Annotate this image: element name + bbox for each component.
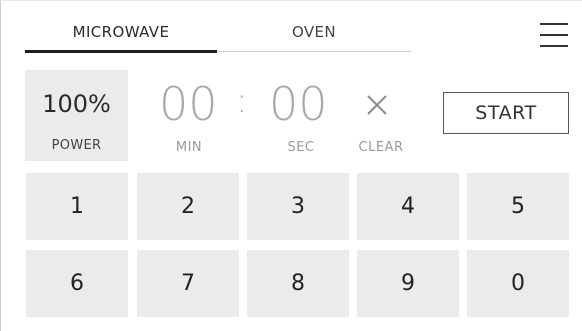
keypad-key-0[interactable]: 0 [467, 250, 569, 317]
keypad-key-4[interactable]: 4 [357, 173, 459, 240]
tab-microwave[interactable]: MICROWAVE [25, 23, 217, 47]
hamburger-menu-icon[interactable] [540, 22, 568, 48]
power-label: POWER [51, 138, 102, 153]
power-button[interactable]: 100% POWER [25, 70, 128, 161]
microwave-panel: MICROWAVE OVEN 100% POWER 00 : 00 MIN SE… [0, 0, 582, 331]
keypad-key-8[interactable]: 8 [247, 250, 349, 317]
minutes-label: MIN [175, 140, 203, 155]
seconds-label: SEC [287, 140, 315, 155]
keypad-key-6[interactable]: 6 [26, 250, 128, 317]
minutes-display: 00 [159, 77, 218, 131]
keypad-key-9[interactable]: 9 [357, 250, 459, 317]
time-separator: : [236, 81, 248, 121]
power-value: 100% [42, 90, 111, 118]
keypad-key-2[interactable]: 2 [137, 173, 239, 240]
seconds-display: 00 [269, 77, 328, 131]
close-icon[interactable] [365, 93, 389, 117]
active-tab-indicator [25, 50, 217, 53]
keypad-key-3[interactable]: 3 [247, 173, 349, 240]
clear-label[interactable]: CLEAR [353, 140, 409, 155]
tab-oven[interactable]: OVEN [217, 23, 411, 47]
keypad-key-7[interactable]: 7 [137, 250, 239, 317]
keypad-key-1[interactable]: 1 [26, 173, 128, 240]
keypad-key-5[interactable]: 5 [467, 173, 569, 240]
start-button[interactable]: START [443, 92, 569, 134]
